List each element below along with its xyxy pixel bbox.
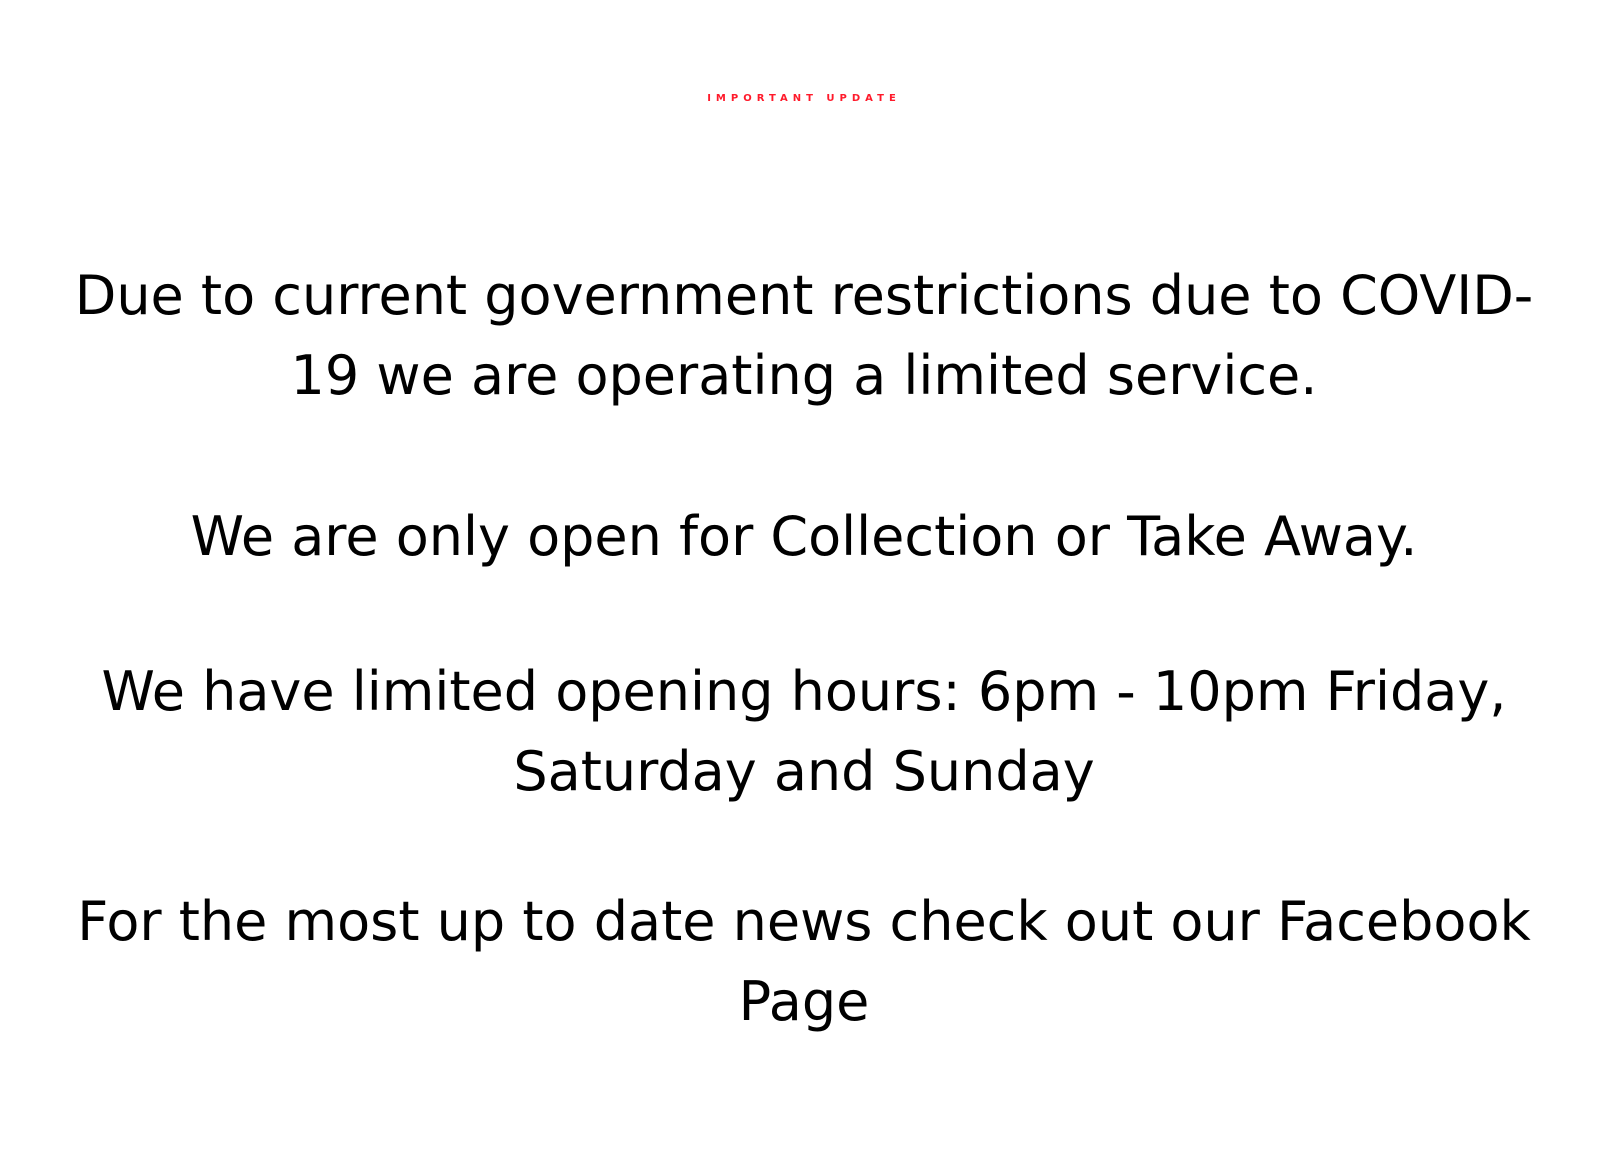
paragraph-line: For the most up to date news check out o… (77, 890, 1531, 953)
headline: IMPORTANT UPDATE (707, 93, 901, 104)
paragraph-line: 19 we are operating a limited service. (290, 344, 1318, 407)
paragraph-line: Saturday and Sunday (513, 740, 1095, 803)
covid-update-notice: IMPORTANT UPDATE Due to current governme… (0, 0, 1608, 1166)
paragraph-line: Due to current government restrictions d… (74, 264, 1534, 327)
collection-paragraph: We are only open for Collection or Take … (0, 497, 1608, 577)
paragraph-line: Page (738, 970, 870, 1033)
restrictions-paragraph: Due to current government restrictions d… (0, 256, 1608, 416)
facebook-paragraph: For the most up to date news check out o… (0, 882, 1608, 1042)
opening-hours-paragraph: We have limited opening hours: 6pm - 10p… (0, 652, 1608, 812)
paragraph-line: We are only open for Collection or Take … (190, 505, 1418, 568)
paragraph-line: We have limited opening hours: 6pm - 10p… (101, 660, 1507, 723)
